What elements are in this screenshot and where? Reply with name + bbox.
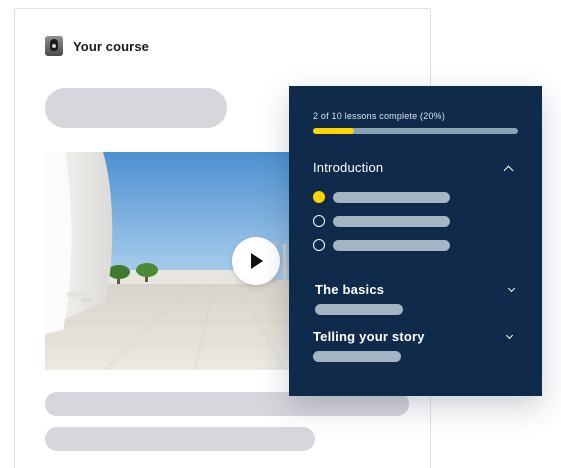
chevron-down-icon[interactable] xyxy=(505,331,514,339)
lesson-item[interactable] xyxy=(313,233,518,257)
incomplete-lesson-icon xyxy=(313,239,325,251)
description-placeholder-line xyxy=(45,427,315,451)
lesson-item[interactable] xyxy=(313,209,518,233)
lesson-title-placeholder xyxy=(333,215,450,227)
section-summary-placeholder xyxy=(313,351,401,362)
section-title: The basics xyxy=(315,282,385,297)
section-the-basics: The basics xyxy=(315,282,520,315)
course-logo-icon xyxy=(45,36,63,56)
current-lesson-icon xyxy=(313,191,325,203)
course-title: Your course xyxy=(73,38,149,54)
section-summary-placeholder xyxy=(315,304,403,315)
lessons-panel: 2 of 10 lessons complete (20%) Introduct… xyxy=(289,86,542,396)
incomplete-lesson-icon xyxy=(313,215,325,227)
section-title: Telling your story xyxy=(313,329,425,344)
progress-bar-fill xyxy=(313,128,354,134)
section-header-telling-your-story[interactable]: Telling your story xyxy=(313,329,518,344)
section-title: Introduction xyxy=(313,160,384,175)
lesson-title-placeholder xyxy=(333,191,450,203)
play-button[interactable] xyxy=(232,237,280,285)
stage: Your course 2 of 10 lessons complete (20… xyxy=(0,0,561,468)
course-header: Your course xyxy=(45,36,149,56)
section-telling-your-story: Telling your story xyxy=(313,329,518,362)
section-introduction: Introduction xyxy=(313,160,518,257)
video-player[interactable] xyxy=(45,152,320,370)
lesson-title-placeholder xyxy=(333,239,450,251)
lesson-item-current[interactable] xyxy=(313,185,518,209)
play-icon xyxy=(251,253,263,269)
section-header-introduction[interactable]: Introduction xyxy=(313,160,518,175)
lesson-list xyxy=(313,185,518,257)
lesson-title-placeholder xyxy=(45,88,227,128)
chevron-down-icon[interactable] xyxy=(507,284,516,292)
progress-text: 2 of 10 lessons complete (20%) xyxy=(313,111,446,121)
section-header-the-basics[interactable]: The basics xyxy=(315,282,520,297)
chevron-up-icon[interactable] xyxy=(503,165,514,175)
progress-bar xyxy=(313,128,518,134)
